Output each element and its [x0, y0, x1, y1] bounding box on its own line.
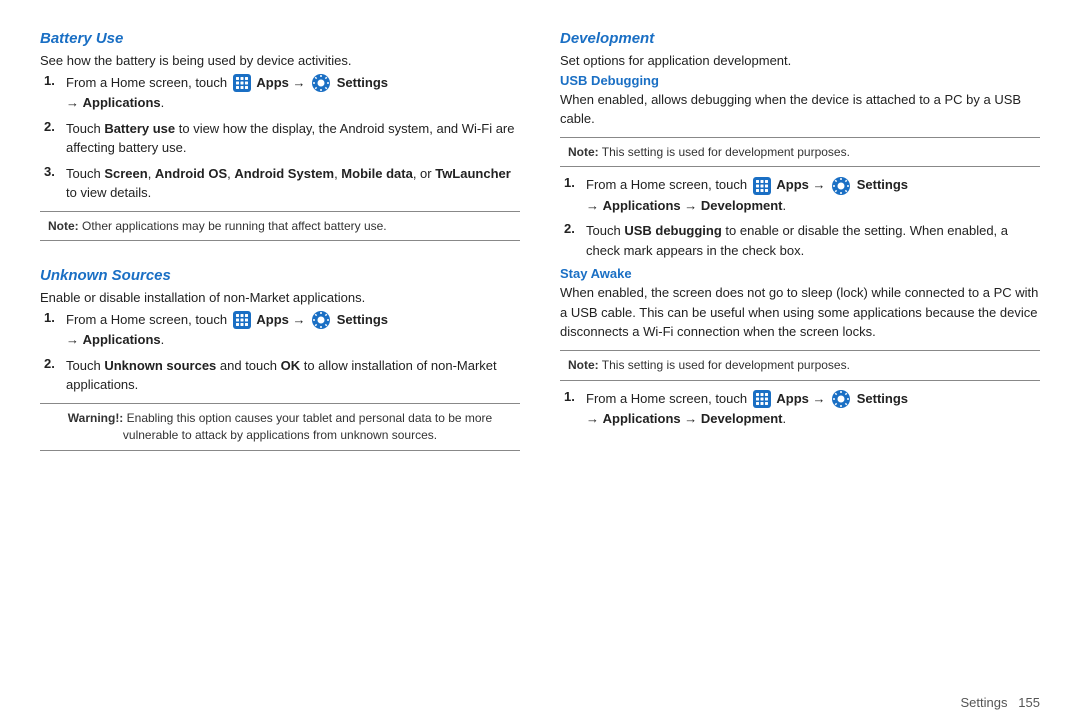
apps-grid-icon-2 — [233, 311, 251, 329]
usb-debugging-body: When enabled, allows debugging when the … — [560, 90, 1040, 129]
right-column: Development Set options for application … — [560, 30, 1040, 669]
development-intro: Set options for application development. — [560, 51, 1040, 71]
settings-gear-icon-2 — [311, 310, 331, 330]
settings-gear-icon-4 — [831, 389, 851, 409]
unknown-warning: Warning!: Enabling this option causes yo… — [40, 403, 520, 451]
battery-step-2: 2. Touch Battery use to view how the dis… — [40, 119, 520, 158]
battery-step-1: 1. From a Home screen, touch — [40, 73, 520, 113]
usb-note: Note: This setting is used for developme… — [560, 137, 1040, 168]
battery-step-3: 3. Touch Screen, Android OS, Android Sys… — [40, 164, 520, 203]
stay-awake-step-1: 1. From a Home screen, touch — [560, 389, 1040, 429]
development-title: Development — [560, 30, 1040, 47]
development-section: Development Set options for application … — [560, 30, 1040, 435]
battery-use-intro: See how the battery is being used by dev… — [40, 51, 520, 71]
apps-grid-icon-3 — [753, 177, 771, 195]
apps-grid-icon-1 — [233, 74, 251, 92]
page-content: Battery Use See how the battery is being… — [0, 0, 1080, 689]
unknown-step-1: 1. From a Home screen, touch — [40, 310, 520, 350]
usb-debugging-subtitle: USB Debugging — [560, 73, 1040, 88]
battery-note: Note: Other applications may be running … — [40, 211, 520, 242]
battery-use-title: Battery Use — [40, 30, 520, 47]
apps-grid-icon-4 — [753, 390, 771, 408]
stay-awake-note: Note: This setting is used for developme… — [560, 350, 1040, 381]
unknown-sources-title: Unknown Sources — [40, 267, 520, 284]
unknown-sources-section: Unknown Sources Enable or disable instal… — [40, 267, 520, 458]
footer-label: Settings — [960, 695, 1007, 710]
stay-awake-subtitle: Stay Awake — [560, 266, 1040, 281]
settings-gear-icon-3 — [831, 176, 851, 196]
stay-awake-body: When enabled, the screen does not go to … — [560, 283, 1040, 342]
unknown-step-2: 2. Touch Unknown sources and touch OK to… — [40, 356, 520, 395]
page-footer: Settings 155 — [0, 689, 1080, 720]
battery-use-section: Battery Use See how the battery is being… — [40, 30, 520, 249]
usb-step-2: 2. Touch USB debugging to enable or disa… — [560, 221, 1040, 260]
unknown-sources-intro: Enable or disable installation of non-Ma… — [40, 288, 520, 308]
usb-step-1: 1. From a Home screen, touch — [560, 175, 1040, 215]
footer-page: 155 — [1018, 695, 1040, 710]
left-column: Battery Use See how the battery is being… — [40, 30, 520, 669]
settings-gear-icon-1 — [311, 73, 331, 93]
